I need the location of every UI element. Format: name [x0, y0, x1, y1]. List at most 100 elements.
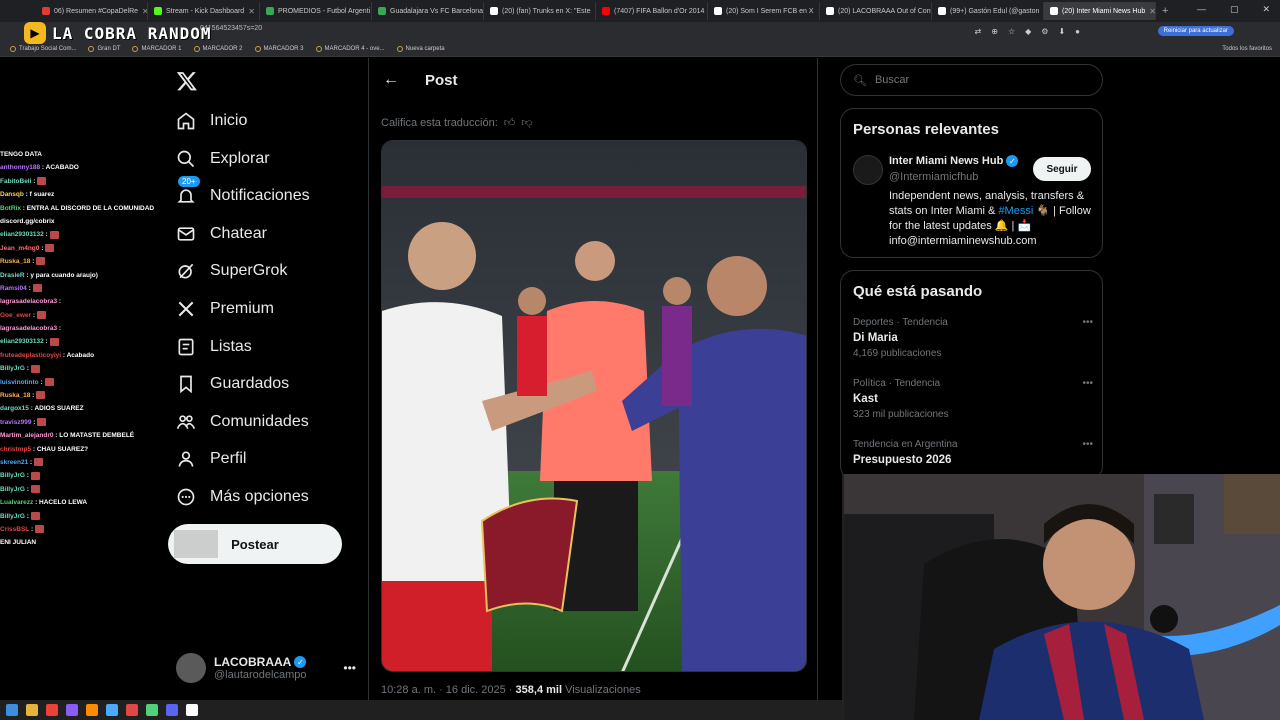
- chat-emote-icon: [30, 364, 40, 373]
- download-icon[interactable]: ⬇: [1058, 27, 1065, 36]
- browser-tab[interactable]: (20) Inter Miami News Hub ✕: [1044, 2, 1156, 20]
- bookmark-label: MARCADOR 2: [202, 46, 243, 52]
- more-dots-icon[interactable]: •••: [1082, 317, 1093, 328]
- chat-message: elian29303132 :: [0, 228, 160, 241]
- chat-text: : ENTRA AL DISCORD DE LA COMUNIDAD: [22, 204, 155, 212]
- bookmark-item[interactable]: Gran DT: [88, 46, 120, 52]
- bookmark-item[interactable]: Trabajo Social Com...: [10, 46, 76, 52]
- x-logo-icon[interactable]: [176, 70, 198, 92]
- bio-hashtag[interactable]: #Messi: [998, 205, 1033, 217]
- thumbs-up-icon[interactable]: 👍︎: [504, 116, 516, 129]
- close-window-icon[interactable]: ✕: [1262, 4, 1270, 15]
- more-dots-icon[interactable]: •••: [1082, 439, 1093, 450]
- nav-item-inicio[interactable]: Inicio: [176, 111, 247, 131]
- tab-favicon-icon: [490, 7, 498, 15]
- verified-icon: ✓: [294, 656, 307, 668]
- bookmark-icon: [88, 46, 95, 52]
- app-icon[interactable]: [66, 704, 78, 716]
- nav-item-comunidades[interactable]: Comunidades: [176, 412, 309, 432]
- browser-tab[interactable]: (7407) FIFA Ballon d'Or 2014✕: [596, 2, 708, 20]
- app-icon[interactable]: [126, 704, 138, 716]
- account-switcher[interactable]: LACOBRAAA ✓ @lautarodelcampo •••: [176, 650, 356, 686]
- folder-icon[interactable]: [26, 704, 38, 716]
- browser-tab[interactable]: Guadalajara Vs FC Barcelona✕: [372, 2, 484, 20]
- chat-text: :: [32, 311, 36, 319]
- tab-close-icon[interactable]: ✕: [1149, 7, 1155, 16]
- browser-tab[interactable]: (99+) Gastón Edul (@gaston✕: [932, 2, 1044, 20]
- bookmark-item[interactable]: Nueva carpeta: [396, 46, 445, 52]
- start-icon[interactable]: [6, 704, 18, 716]
- maximize-icon[interactable]: ▢: [1230, 4, 1239, 15]
- nav-item-chatear[interactable]: Chatear: [176, 224, 267, 244]
- browser-tab[interactable]: (20) Som I Serem FCB en X✕: [708, 2, 820, 20]
- minimize-icon[interactable]: —: [1197, 4, 1206, 15]
- new-tab-icon[interactable]: +: [1162, 5, 1168, 17]
- chat-text: :: [45, 231, 48, 239]
- chat-message: lagrasadelacobra3 :: [0, 295, 160, 308]
- post-photo-drawing: [382, 141, 806, 671]
- chat-text: :: [26, 485, 29, 493]
- browser-tab[interactable]: PROMEDIOS - Futbol Argenti✕: [260, 2, 372, 20]
- nav-item-supergrok[interactable]: SuperGrok: [176, 261, 287, 281]
- chat-message: Dansqb : f suarez: [0, 188, 160, 201]
- chat-message: Ruska_18 :: [0, 389, 160, 402]
- chat-message: Ruska_18 :: [0, 255, 160, 268]
- nav-item-explorar[interactable]: Explorar: [176, 149, 270, 169]
- chat-username: BillyJrG: [0, 472, 25, 480]
- follow-button[interactable]: Seguir: [1033, 157, 1091, 181]
- nav-item-label: Notificaciones: [210, 187, 310, 205]
- translate-icon[interactable]: ⇄: [975, 27, 982, 36]
- browser-tab[interactable]: (20) (fan) Trunks en X: "Este✕: [484, 2, 596, 20]
- star-icon[interactable]: ☆: [1008, 27, 1015, 36]
- relevant-bio: Independent news, analysis, transfers & …: [889, 189, 1093, 249]
- bookmark-item[interactable]: MARCADOR 3: [254, 46, 304, 52]
- chat-username: ENI JULIAN: [0, 539, 37, 547]
- trend-item[interactable]: Política · Tendencia Kast 323 mil publicac…: [853, 378, 1093, 420]
- browser-tab[interactable]: 06) Resumen #CopaDelRe✕: [36, 2, 148, 20]
- relevant-name-row[interactable]: Inter Miami News Hub ✓: [889, 155, 1019, 167]
- chrome-icon[interactable]: [46, 704, 58, 716]
- nav-item-listas[interactable]: Listas: [176, 337, 252, 357]
- more-dots-icon[interactable]: •••: [1082, 378, 1093, 389]
- chat-username: Lualvarezz: [0, 499, 34, 507]
- nav-item-notificaciones[interactable]: 20+ Notificaciones: [176, 176, 310, 206]
- discord-icon[interactable]: [166, 704, 178, 716]
- browser-tab[interactable]: Stream - Kick Dashboard ✕: [148, 2, 260, 20]
- nav-item-perfil[interactable]: Perfil: [176, 449, 246, 469]
- trend-item[interactable]: Tendencia en Argentina Presupuesto 2026 ••…: [853, 439, 1093, 470]
- app-icon[interactable]: [146, 704, 158, 716]
- profile-icon[interactable]: ●: [1075, 27, 1080, 36]
- trend-item[interactable]: Deportes · Tendencia Di Maria 4,169 public…: [853, 317, 1093, 359]
- chat-username: elian29303132: [0, 231, 44, 239]
- search-placeholder: Buscar: [874, 74, 910, 86]
- browser-tab[interactable]: (20) LACOBRAAA Out of Cont✕: [820, 2, 932, 20]
- update-button[interactable]: Reiniciar para actualizar: [1157, 26, 1234, 36]
- bookmark-item[interactable]: MARCADOR 2: [193, 46, 243, 52]
- post-image[interactable]: [381, 140, 807, 672]
- chat-username: anthonny188: [0, 164, 41, 172]
- extension-icon[interactable]: ◆: [1025, 27, 1031, 36]
- app-icon[interactable]: [86, 704, 98, 716]
- app-icon[interactable]: [106, 704, 118, 716]
- search-input[interactable]: 🔍︎ Buscar: [840, 64, 1103, 96]
- more-dots-icon[interactable]: •••: [343, 661, 356, 675]
- thumbs-down-icon[interactable]: 👎︎: [521, 116, 532, 129]
- chat-emote-icon: [32, 284, 42, 293]
- all-favorites[interactable]: Todos los favoritos: [1222, 46, 1272, 52]
- chat-text: :: [58, 325, 62, 333]
- chat-text: : y para cuando araujo): [26, 271, 98, 279]
- zoom-icon[interactable]: ⊕: [991, 27, 998, 36]
- bookmarks-bar: Trabajo Social Com... Gran DT MARCADOR 1 MA…: [0, 42, 1280, 57]
- post-button[interactable]: Postear: [168, 524, 342, 564]
- app-icon[interactable]: [186, 704, 198, 716]
- bookmark-item[interactable]: MARCADOR 4 - ove...: [315, 46, 385, 52]
- nav-item-premium[interactable]: Premium: [176, 299, 274, 319]
- nav-item-más-opciones[interactable]: Más opciones: [176, 487, 309, 507]
- chat-username: elian29303132: [0, 338, 44, 346]
- bookmark-item[interactable]: MARCADOR 1: [132, 46, 182, 52]
- avatar[interactable]: [853, 155, 883, 185]
- tab-close-icon[interactable]: ✕: [248, 7, 255, 16]
- nav-item-guardados[interactable]: Guardados: [176, 374, 289, 394]
- extensions-puzzle-icon[interactable]: ⚙: [1041, 27, 1048, 36]
- back-arrow-icon[interactable]: ←: [383, 71, 399, 89]
